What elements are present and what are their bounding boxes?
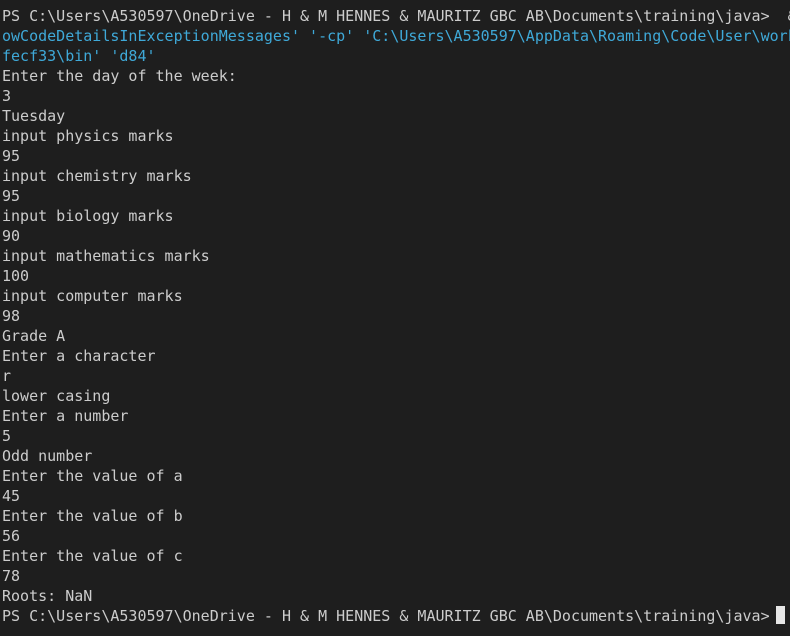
terminal-line: input computer marks: [2, 287, 183, 305]
terminal-line: 3: [2, 87, 12, 105]
terminal-line: PS C:\Users\A530597\OneDrive - H & M HEN…: [2, 7, 790, 25]
terminal-line: Grade A: [2, 327, 66, 345]
terminal-line: 56: [2, 527, 21, 545]
terminal-line: Enter the value of c: [2, 547, 183, 565]
terminal-line: Tuesday: [2, 107, 66, 125]
terminal-line: input biology marks: [2, 207, 174, 225]
terminal-line: fecf33\bin' 'd84': [2, 47, 156, 65]
terminal-line: lower casing: [2, 387, 111, 405]
terminal-line: input physics marks: [2, 127, 174, 145]
terminal-line: 98: [2, 307, 21, 325]
terminal-line: Enter the value of b: [2, 507, 183, 525]
terminal-line: 95: [2, 187, 21, 205]
terminal-line: r: [2, 367, 12, 385]
terminal-line: Odd number: [2, 447, 93, 465]
terminal-line: Enter the day of the week:: [2, 67, 237, 85]
terminal-panel[interactable]: PS C:\Users\A530597\OneDrive - H & M HEN…: [0, 0, 790, 636]
terminal-line: input mathematics marks: [2, 247, 210, 265]
terminal-line: Enter the value of a: [2, 467, 183, 485]
terminal-line: owCodeDetailsInExceptionMessages' '-cp' …: [2, 27, 790, 45]
terminal-line: Enter a character: [2, 347, 156, 365]
terminal-line: Enter a number: [2, 407, 129, 425]
terminal-line: input chemistry marks: [2, 167, 192, 185]
terminal-line: 100: [2, 267, 30, 285]
terminal-cursor[interactable]: [775, 606, 785, 624]
terminal-line: 95: [2, 147, 21, 165]
terminal-prompt-line[interactable]: PS C:\Users\A530597\OneDrive - H & M HEN…: [2, 606, 790, 626]
terminal-output: PS C:\Users\A530597\OneDrive - H & M HEN…: [2, 6, 790, 606]
terminal-line: 78: [2, 567, 21, 585]
terminal-line: 90: [2, 227, 21, 245]
terminal-line: 5: [2, 427, 12, 445]
terminal-line: 45: [2, 487, 21, 505]
terminal-line: Roots: NaN: [2, 587, 93, 605]
terminal-prompt: PS C:\Users\A530597\OneDrive - H & M HEN…: [2, 607, 770, 625]
